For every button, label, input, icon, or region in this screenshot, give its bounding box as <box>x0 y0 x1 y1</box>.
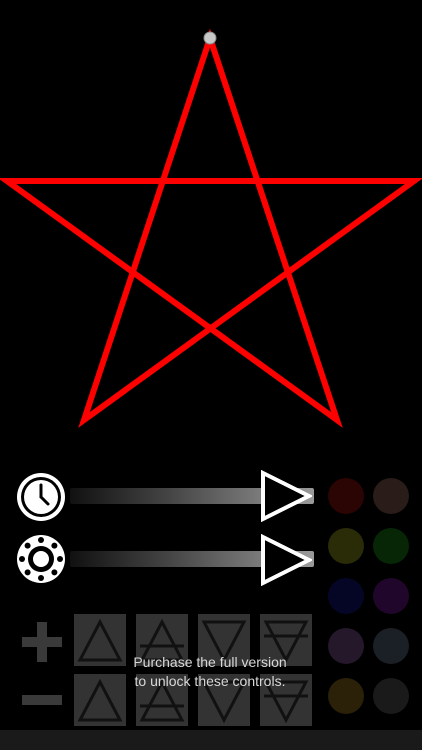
color-swatch-olive[interactable] <box>328 528 364 564</box>
color-swatch-brown[interactable] <box>373 478 409 514</box>
color-swatch-gray[interactable] <box>373 678 409 714</box>
color-swatch-purple[interactable] <box>373 578 409 614</box>
brightness-icon[interactable] <box>16 534 66 584</box>
locked-message-line2: to unlock these controls. <box>134 673 286 689</box>
star-handle[interactable] <box>203 31 217 45</box>
speed-play-icon[interactable] <box>260 470 312 522</box>
locked-message-line1: Purchase the full version <box>133 654 287 670</box>
brightness-play-icon[interactable] <box>260 534 312 586</box>
clock-icon[interactable] <box>16 472 66 522</box>
color-swatch-slate[interactable] <box>373 628 409 664</box>
bottom-bar <box>0 730 422 750</box>
pentagram-star <box>0 28 422 428</box>
locked-message: Purchase the full version to unlock thes… <box>60 653 360 691</box>
minus-icon[interactable] <box>20 690 64 710</box>
color-swatch-blue[interactable] <box>328 578 364 614</box>
color-swatch-green[interactable] <box>373 528 409 564</box>
color-swatch-red[interactable] <box>328 478 364 514</box>
plus-icon[interactable] <box>20 620 64 664</box>
star-canvas[interactable] <box>0 0 422 450</box>
